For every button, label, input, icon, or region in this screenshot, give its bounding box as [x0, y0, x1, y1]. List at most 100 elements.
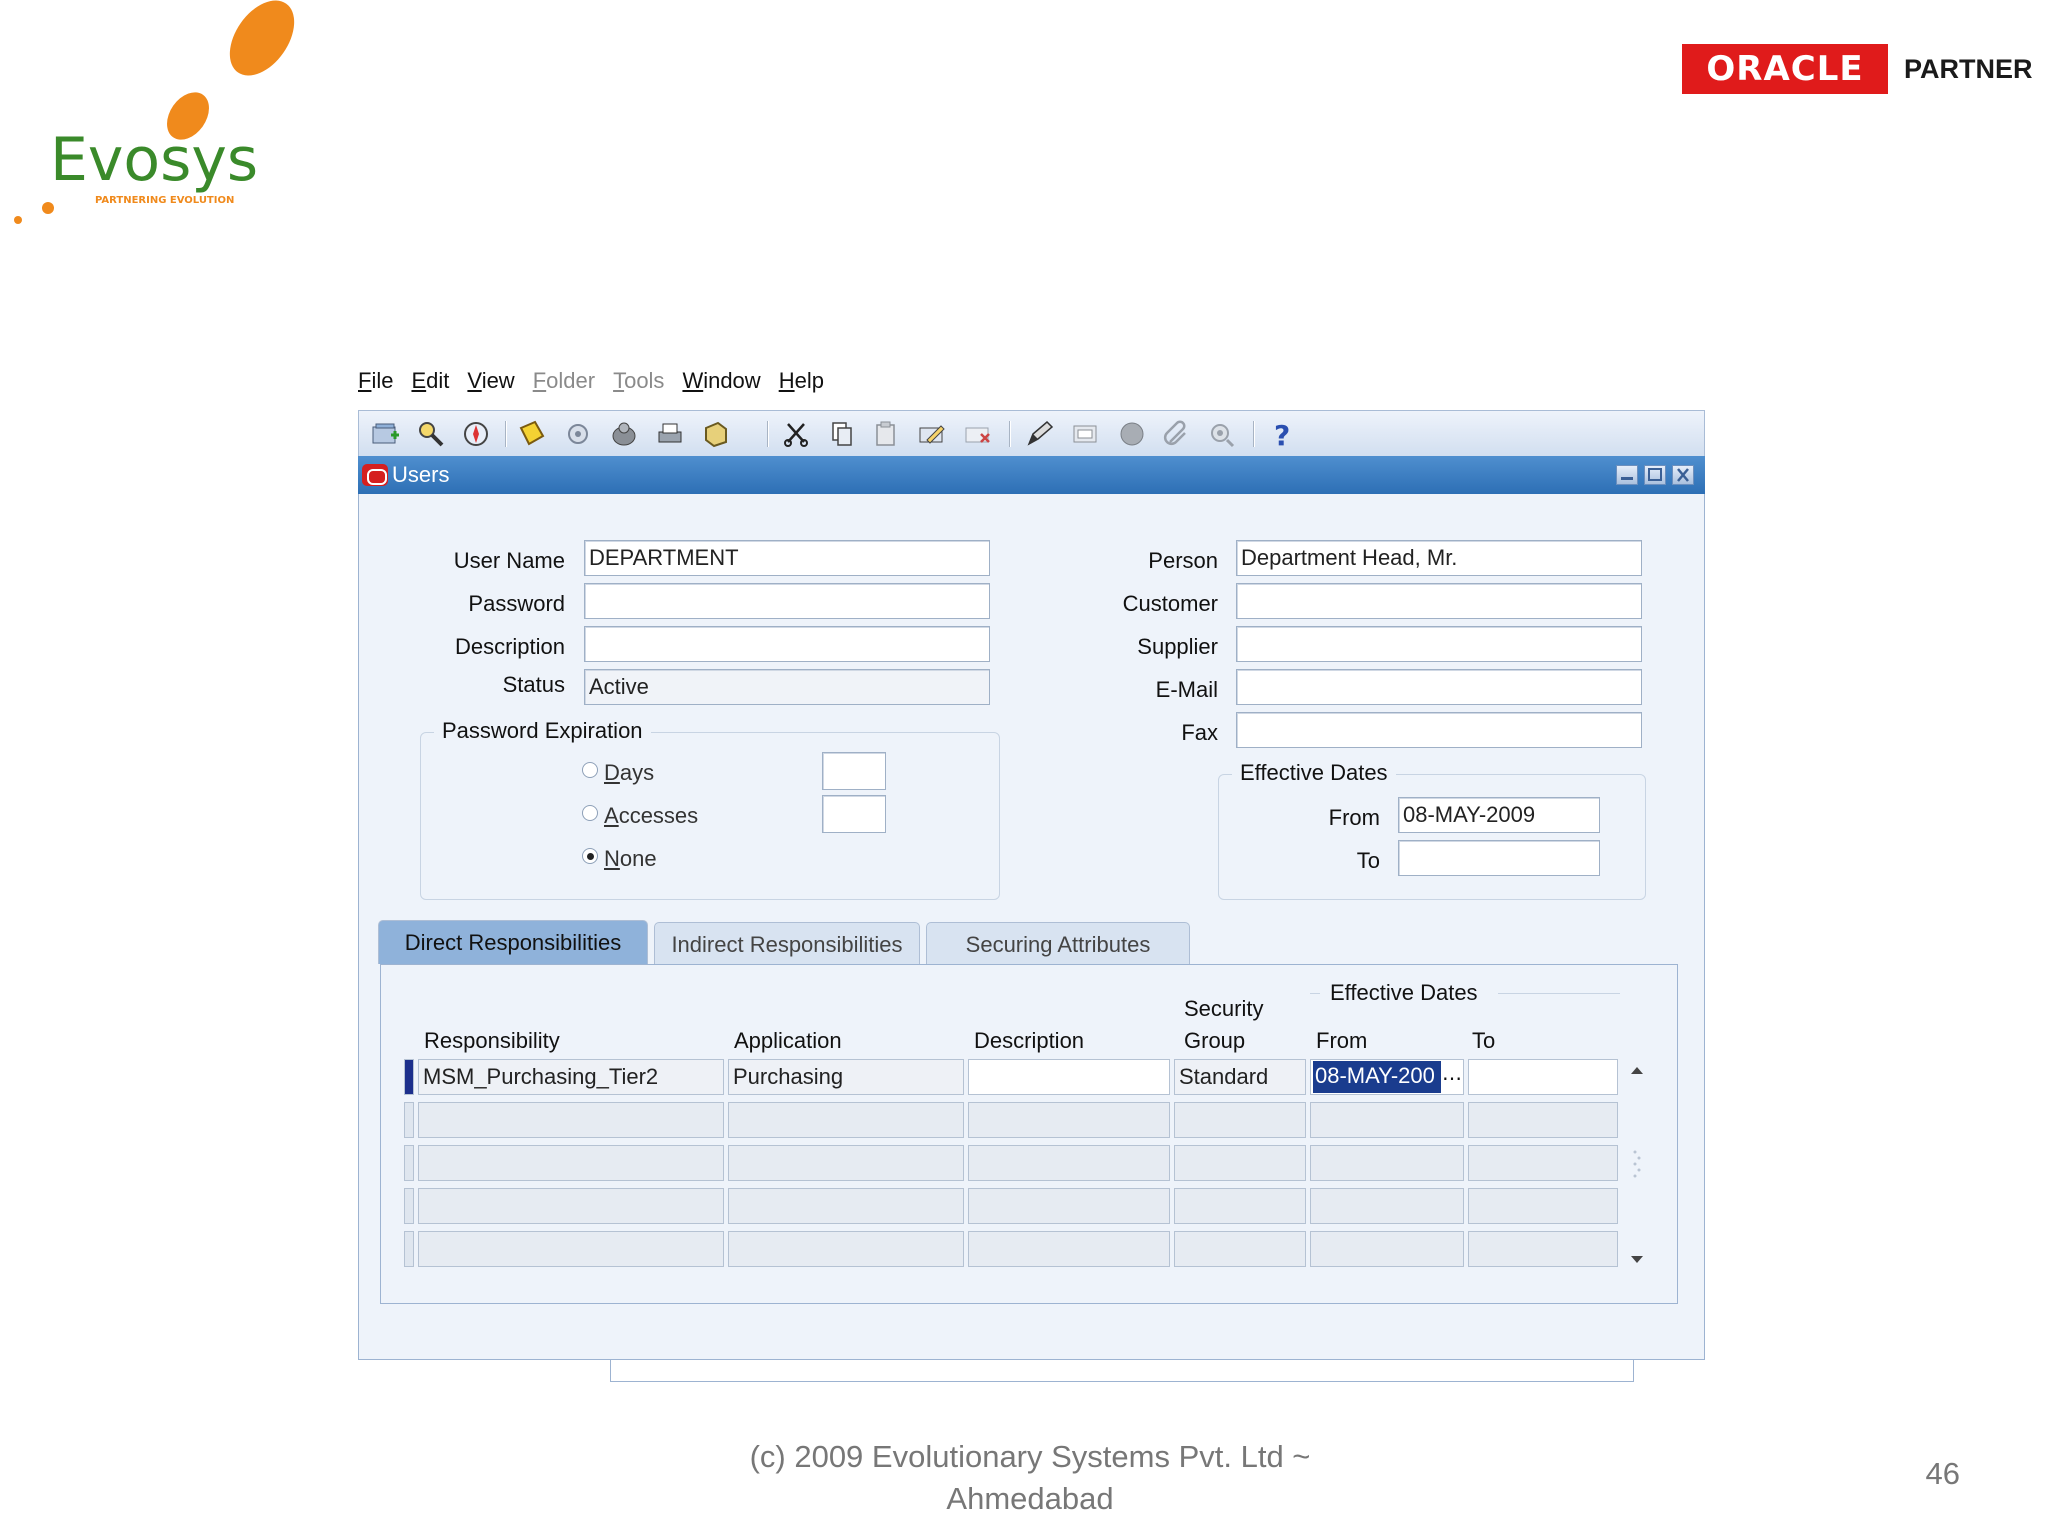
from-cell[interactable] — [1310, 1231, 1464, 1267]
col-to: To — [1472, 1028, 1496, 1053]
zoom-icon[interactable] — [1069, 418, 1103, 450]
email-field[interactable] — [1236, 669, 1642, 705]
application-cell[interactable] — [728, 1102, 964, 1138]
date-picker-ellipsis-icon[interactable]: … — [1442, 1063, 1462, 1091]
attachments-icon[interactable] — [1159, 418, 1193, 450]
tab-securing-attributes[interactable]: Securing Attributes — [926, 922, 1190, 964]
menu-tools[interactable]: Tools — [613, 368, 664, 400]
save-icon[interactable] — [515, 418, 549, 450]
svg-text:?: ? — [1274, 419, 1290, 449]
close-icon[interactable] — [1672, 465, 1694, 485]
description-cell[interactable] — [968, 1188, 1170, 1224]
responsibility-cell[interactable] — [418, 1188, 724, 1224]
user-name-field[interactable]: DEPARTMENT — [584, 540, 990, 576]
menu-folder[interactable]: Folder — [533, 368, 595, 400]
to-cell[interactable] — [1468, 1059, 1618, 1095]
close-form-icon[interactable] — [699, 418, 733, 450]
row-indicator[interactable] — [404, 1145, 414, 1181]
edit-field-icon[interactable] — [1023, 418, 1057, 450]
to-cell[interactable] — [1468, 1188, 1618, 1224]
description-cell[interactable] — [968, 1145, 1170, 1181]
application-cell[interactable] — [728, 1231, 964, 1267]
description-field[interactable] — [584, 626, 990, 662]
tab-direct-responsibilities[interactable]: Direct Responsibilities — [378, 920, 648, 964]
responsibility-cell[interactable] — [418, 1102, 724, 1138]
accesses-field[interactable] — [822, 795, 886, 833]
scroll-down-icon[interactable] — [1631, 1256, 1643, 1263]
copy-icon[interactable] — [825, 418, 859, 450]
menu-help[interactable]: Help — [779, 368, 824, 400]
supplier-field[interactable] — [1236, 626, 1642, 662]
find-icon[interactable] — [415, 418, 449, 450]
translations-icon[interactable] — [1115, 418, 1149, 450]
next-step-icon[interactable] — [561, 418, 595, 450]
grid-effective-dates-rule — [1498, 993, 1620, 994]
from-cell-selected-text[interactable]: 08-MAY-200 — [1313, 1061, 1441, 1093]
row-indicator-current[interactable] — [404, 1059, 414, 1095]
minimize-icon[interactable] — [1616, 465, 1638, 485]
row-indicator[interactable] — [404, 1188, 414, 1224]
person-field[interactable]: Department Head, Mr. — [1236, 540, 1642, 576]
none-label: None — [604, 846, 657, 871]
window-title-bar[interactable]: Users — [358, 456, 1705, 494]
effective-from-field[interactable]: 08-MAY-2009 — [1398, 797, 1600, 833]
effective-to-field[interactable] — [1398, 840, 1600, 876]
to-cell[interactable] — [1468, 1102, 1618, 1138]
menu-view[interactable]: View — [467, 368, 514, 400]
to-cell[interactable] — [1468, 1231, 1618, 1267]
toolbar-separator — [505, 421, 507, 447]
fax-field[interactable] — [1236, 712, 1642, 748]
clear-record-icon[interactable] — [915, 418, 949, 450]
oracle-partner-badge: ORACLE PARTNER — [1682, 44, 2033, 94]
security-group-cell[interactable]: Standard — [1174, 1059, 1306, 1095]
from-cell[interactable] — [1310, 1188, 1464, 1224]
print-icon[interactable] — [653, 418, 687, 450]
status-field: Active — [584, 669, 990, 705]
customer-field[interactable] — [1236, 583, 1642, 619]
description-label: Description — [454, 634, 565, 659]
accesses-radio[interactable] — [582, 805, 598, 821]
new-record-icon[interactable] — [369, 418, 403, 450]
folder-tools-icon[interactable] — [1205, 418, 1239, 450]
description-cell[interactable] — [968, 1231, 1170, 1267]
application-cell[interactable]: Purchasing — [728, 1059, 964, 1095]
row-indicator[interactable] — [404, 1231, 414, 1267]
email-label: E-Mail — [1155, 677, 1218, 702]
menu-file[interactable]: File — [358, 368, 393, 400]
security-group-cell[interactable] — [1174, 1145, 1306, 1181]
from-label: From — [1328, 805, 1380, 830]
responsibility-cell[interactable] — [418, 1145, 724, 1181]
paste-icon[interactable] — [869, 418, 903, 450]
application-cell[interactable] — [728, 1188, 964, 1224]
switch-responsibility-icon[interactable] — [607, 418, 641, 450]
cut-icon[interactable] — [779, 418, 813, 450]
row-indicator[interactable] — [404, 1102, 414, 1138]
application-cell[interactable] — [728, 1145, 964, 1181]
days-radio[interactable] — [582, 762, 598, 778]
tab-indirect-responsibilities[interactable]: Indirect Responsibilities — [654, 922, 920, 964]
menu-edit[interactable]: Edit — [411, 368, 449, 400]
to-label: To — [1356, 848, 1380, 873]
grid-effective-dates-rule — [1310, 993, 1320, 994]
responsibility-cell[interactable] — [418, 1231, 724, 1267]
responsibility-cell[interactable]: MSM_Purchasing_Tier2 — [418, 1059, 724, 1095]
col-application: Application — [734, 1028, 842, 1053]
description-cell[interactable] — [968, 1102, 1170, 1138]
navigator-icon[interactable] — [459, 418, 493, 450]
days-field[interactable] — [822, 752, 886, 790]
to-cell[interactable] — [1468, 1145, 1618, 1181]
description-cell[interactable] — [968, 1059, 1170, 1095]
delete-record-icon[interactable] — [961, 418, 995, 450]
grid-scrollbar[interactable] — [1626, 1060, 1648, 1270]
security-group-cell[interactable] — [1174, 1188, 1306, 1224]
scroll-up-icon[interactable] — [1631, 1067, 1643, 1074]
help-icon[interactable]: ? — [1265, 418, 1299, 450]
password-field[interactable] — [584, 583, 990, 619]
security-group-cell[interactable] — [1174, 1102, 1306, 1138]
security-group-cell[interactable] — [1174, 1231, 1306, 1267]
from-cell[interactable] — [1310, 1145, 1464, 1181]
maximize-icon[interactable] — [1644, 465, 1666, 485]
from-cell[interactable] — [1310, 1102, 1464, 1138]
none-radio[interactable] — [582, 848, 598, 864]
menu-window[interactable]: Window — [682, 368, 760, 400]
